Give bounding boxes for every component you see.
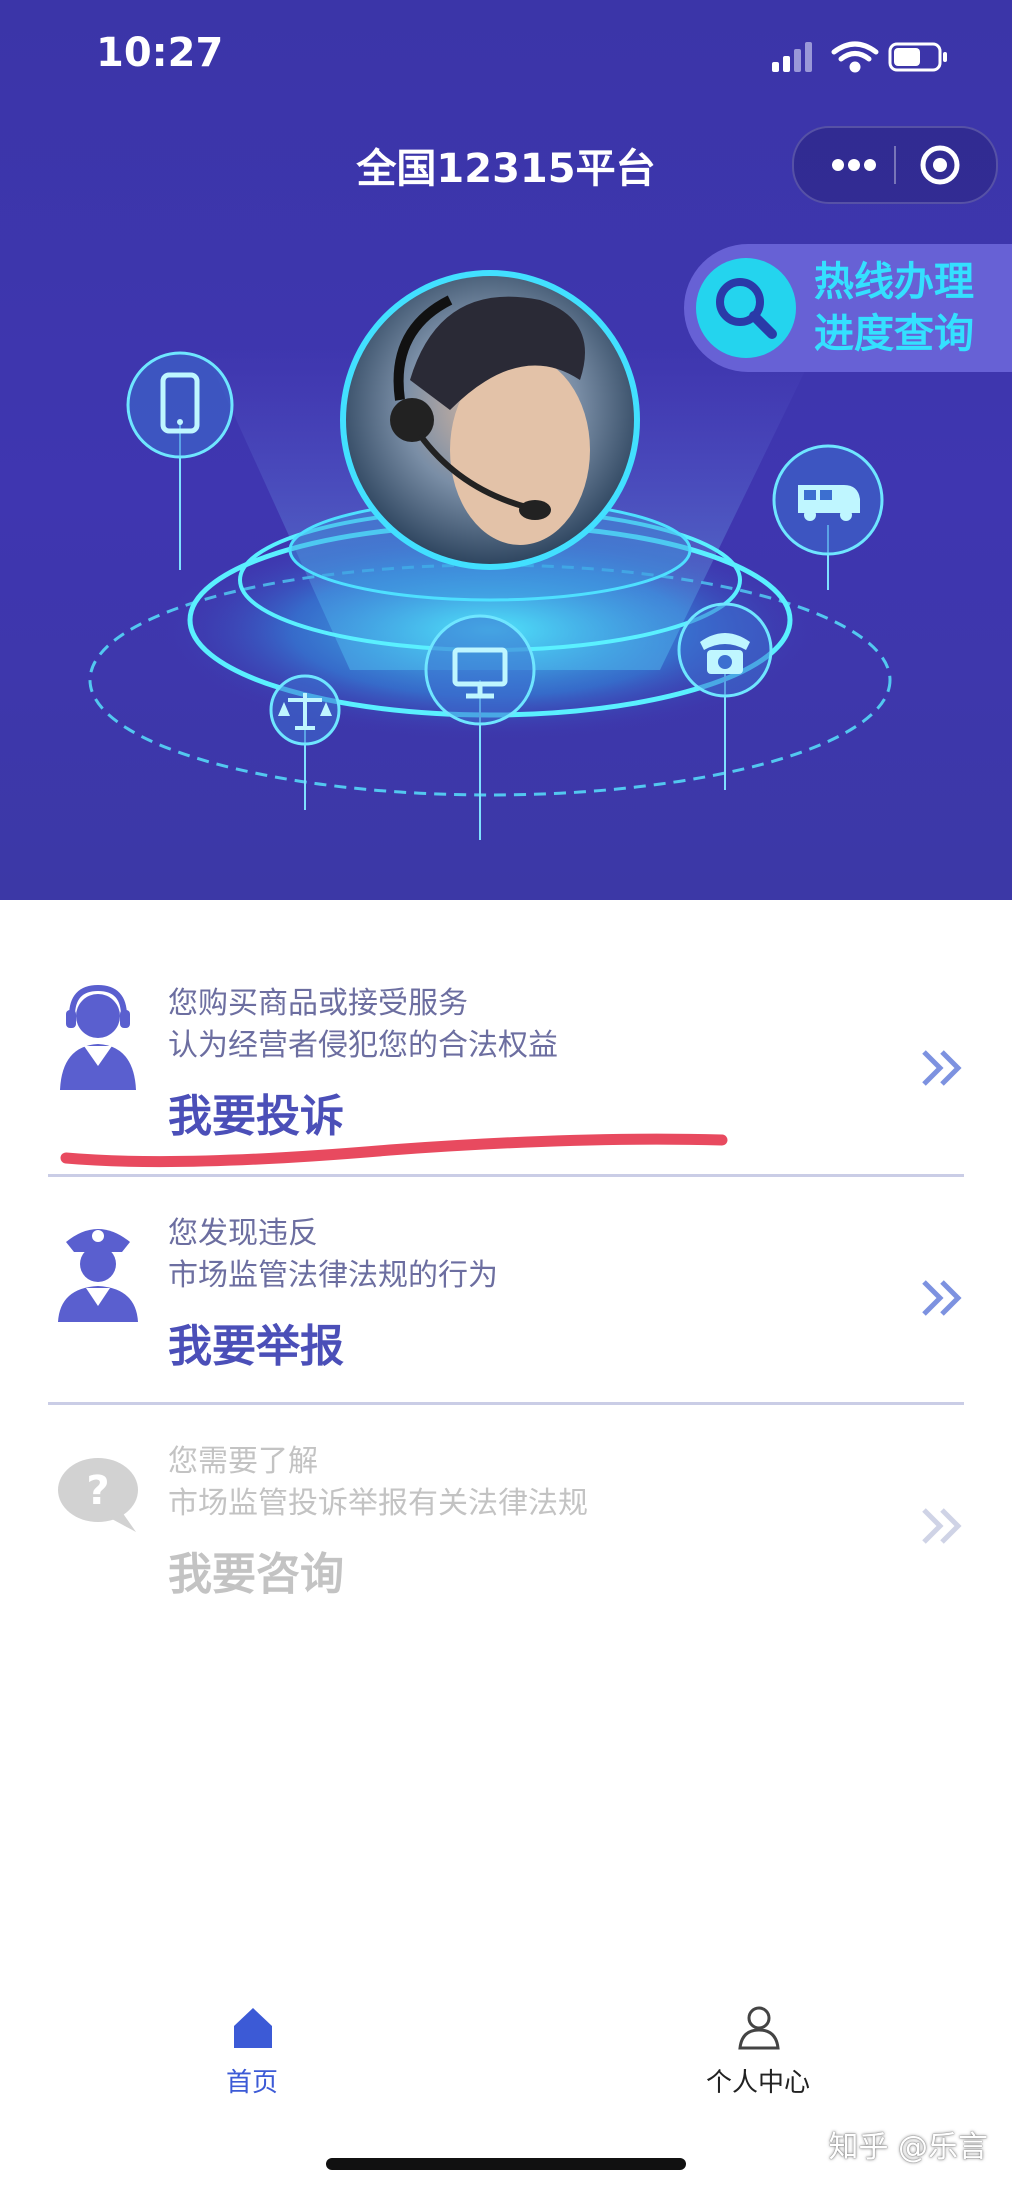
hotline-label-line1: 热线办理	[814, 259, 974, 305]
report-entry[interactable]: 您发现违反 市场监管法律法规的行为 我要举报	[0, 1130, 1012, 1372]
tab-personal-center-label: 个人中心	[705, 2068, 810, 2098]
police-officer-icon	[58, 1229, 138, 1322]
svg-text:?: ?	[86, 1468, 109, 1514]
status-time: 10:27	[96, 30, 224, 76]
status-icons	[772, 41, 947, 73]
chevron-double-right-icon	[922, 1280, 962, 1316]
consult-line1: 您需要了解	[168, 1444, 318, 1479]
report-line1: 您发现违反	[168, 1216, 318, 1251]
complaint-line1: 您购买商品或接受服务	[168, 986, 468, 1021]
hotline-progress-button[interactable]: 热线办理 进度查询	[684, 244, 1012, 372]
hotline-label-line2: 进度查询	[814, 311, 974, 357]
mini-program-capsule	[792, 126, 998, 204]
tab-bar: 首页 个人中心	[0, 1990, 1012, 2110]
tab-home[interactable]: 首页	[152, 1990, 352, 2110]
search-icon-circle	[696, 258, 796, 358]
consult-line2: 市场监管投诉举报有关法律法规	[168, 1486, 588, 1521]
hero-banner: 10:27 全国12315平台 热线办理 进度查询	[0, 0, 1012, 900]
complaint-entry[interactable]: 您购买商品或接受服务 认为经营者侵犯您的合法权益 我要投诉	[0, 900, 1012, 1142]
capsule-divider	[894, 146, 896, 184]
chevron-double-right-icon	[922, 1508, 962, 1544]
hotline-label: 热线办理 进度查询	[814, 256, 974, 360]
status-bar: 10:27	[0, 0, 1012, 110]
home-indicator	[326, 2158, 686, 2170]
signal-icon	[772, 42, 812, 72]
wifi-icon	[831, 41, 879, 73]
chevron-double-right-icon	[922, 1050, 962, 1086]
complaint-line2: 认为经营者侵犯您的合法权益	[168, 1028, 558, 1063]
report-line2: 市场监管法律法规的行为	[168, 1258, 498, 1293]
consult-entry[interactable]: ? 您需要了解 市场监管投诉举报有关法律法规 我要咨询	[0, 1358, 1012, 1600]
consult-action-title: 我要咨询	[168, 1549, 344, 1600]
battery-icon	[888, 42, 947, 72]
close-target-icon[interactable]	[912, 142, 978, 188]
home-icon	[234, 2008, 272, 2048]
search-icon	[716, 278, 777, 339]
tab-home-label: 首页	[225, 2068, 278, 2098]
more-icon[interactable]	[812, 142, 892, 188]
user-icon	[738, 2006, 780, 2050]
watermark: 知乎 @乐言	[828, 2130, 988, 2165]
customer-service-agent-icon	[60, 984, 136, 1090]
tab-personal-center[interactable]: 个人中心	[658, 1990, 858, 2110]
question-bubble-icon: ?	[58, 1458, 138, 1532]
